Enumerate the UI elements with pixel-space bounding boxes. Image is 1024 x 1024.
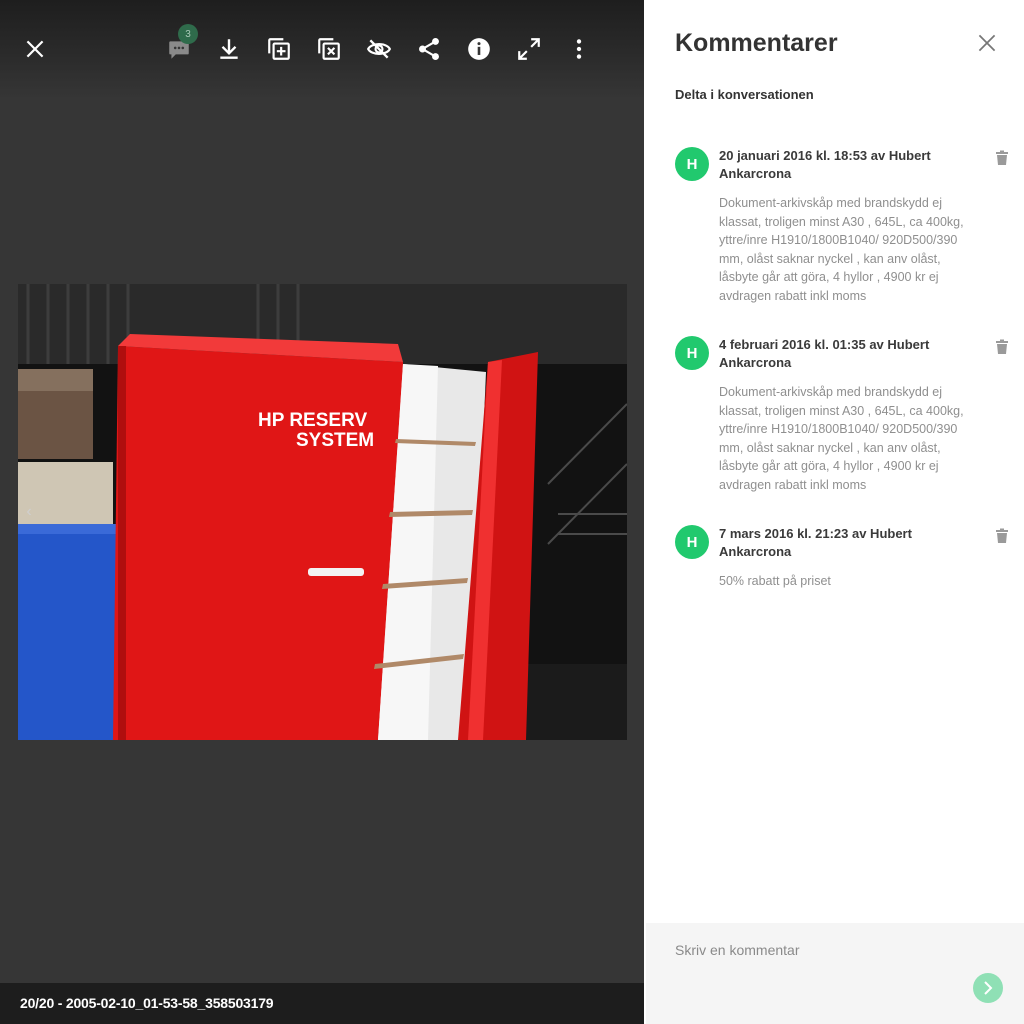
add-to-album-icon bbox=[268, 38, 290, 60]
send-comment-button[interactable] bbox=[973, 973, 1003, 1003]
delete-comment-button[interactable] bbox=[995, 339, 1009, 355]
more-vertical-icon bbox=[576, 39, 582, 59]
photo-text-line2: SYSTEM bbox=[296, 430, 374, 451]
panel-subtitle: Delta i konversationen bbox=[675, 87, 814, 102]
comment-body: 50% rabatt på priset bbox=[719, 574, 831, 588]
download-button[interactable] bbox=[213, 33, 245, 65]
avatar: H bbox=[675, 525, 709, 559]
share-icon bbox=[419, 37, 439, 61]
viewer-toolbar: 3 bbox=[0, 0, 644, 100]
photo-image: HP RESERV SYSTEM bbox=[18, 284, 627, 740]
comment-body: Dokument-arkivskåp med brandskydd ej kla… bbox=[719, 196, 964, 303]
comment-header: 4 februari 2016 kl. 01:35 av Hubert Anka… bbox=[719, 337, 930, 370]
image-caption: 20/20 - 2005-02-10_01-53-58_358503179 bbox=[20, 995, 274, 1011]
trash-icon bbox=[996, 528, 1008, 543]
comments-panel: Kommentarer Delta i konversationen H 20 … bbox=[644, 0, 1024, 1024]
download-icon bbox=[220, 39, 238, 59]
caption-bar: 20/20 - 2005-02-10_01-53-58_358503179 bbox=[0, 983, 644, 1024]
close-viewer-button[interactable] bbox=[19, 33, 51, 65]
delete-comment-button[interactable] bbox=[995, 150, 1009, 166]
hide-button[interactable] bbox=[363, 33, 395, 65]
add-to-album-button[interactable] bbox=[263, 33, 295, 65]
hide-icon bbox=[366, 39, 392, 59]
trash-icon bbox=[996, 150, 1008, 165]
photo-viewer: 3 HP RESERV SYSTEM ‹ 20/20 - 2005-02-10_… bbox=[0, 0, 644, 1024]
info-button[interactable] bbox=[463, 33, 495, 65]
remove-from-album-icon bbox=[318, 38, 340, 60]
info-icon bbox=[468, 38, 490, 60]
previous-image-button[interactable]: ‹ bbox=[19, 500, 39, 524]
comment-header: 7 mars 2016 kl. 21:23 av Hubert Ankarcro… bbox=[719, 526, 912, 559]
chevron-right-icon bbox=[984, 981, 993, 995]
fullscreen-icon bbox=[518, 38, 540, 60]
fullscreen-button[interactable] bbox=[513, 33, 545, 65]
remove-from-album-button[interactable] bbox=[313, 33, 345, 65]
comment-header: 20 januari 2016 kl. 18:53 av Hubert Anka… bbox=[719, 148, 931, 181]
chevron-left-icon: ‹ bbox=[26, 503, 32, 520]
panel-title: Kommentarer bbox=[675, 29, 838, 57]
more-options-button[interactable] bbox=[563, 33, 595, 65]
avatar: H bbox=[675, 336, 709, 370]
close-icon bbox=[26, 40, 44, 58]
delete-comment-button[interactable] bbox=[995, 528, 1009, 544]
close-icon bbox=[978, 34, 996, 52]
comment-count-badge: 3 bbox=[178, 24, 198, 44]
avatar: H bbox=[675, 147, 709, 181]
trash-icon bbox=[996, 339, 1008, 354]
comment-input[interactable] bbox=[675, 939, 975, 961]
comment-body: Dokument-arkivskåp med brandskydd ej kla… bbox=[719, 385, 964, 492]
close-panel-button[interactable] bbox=[974, 30, 1000, 56]
share-button[interactable] bbox=[413, 33, 445, 65]
photo-text-line1: HP RESERV bbox=[258, 410, 367, 431]
comment-composer bbox=[646, 923, 1024, 1024]
